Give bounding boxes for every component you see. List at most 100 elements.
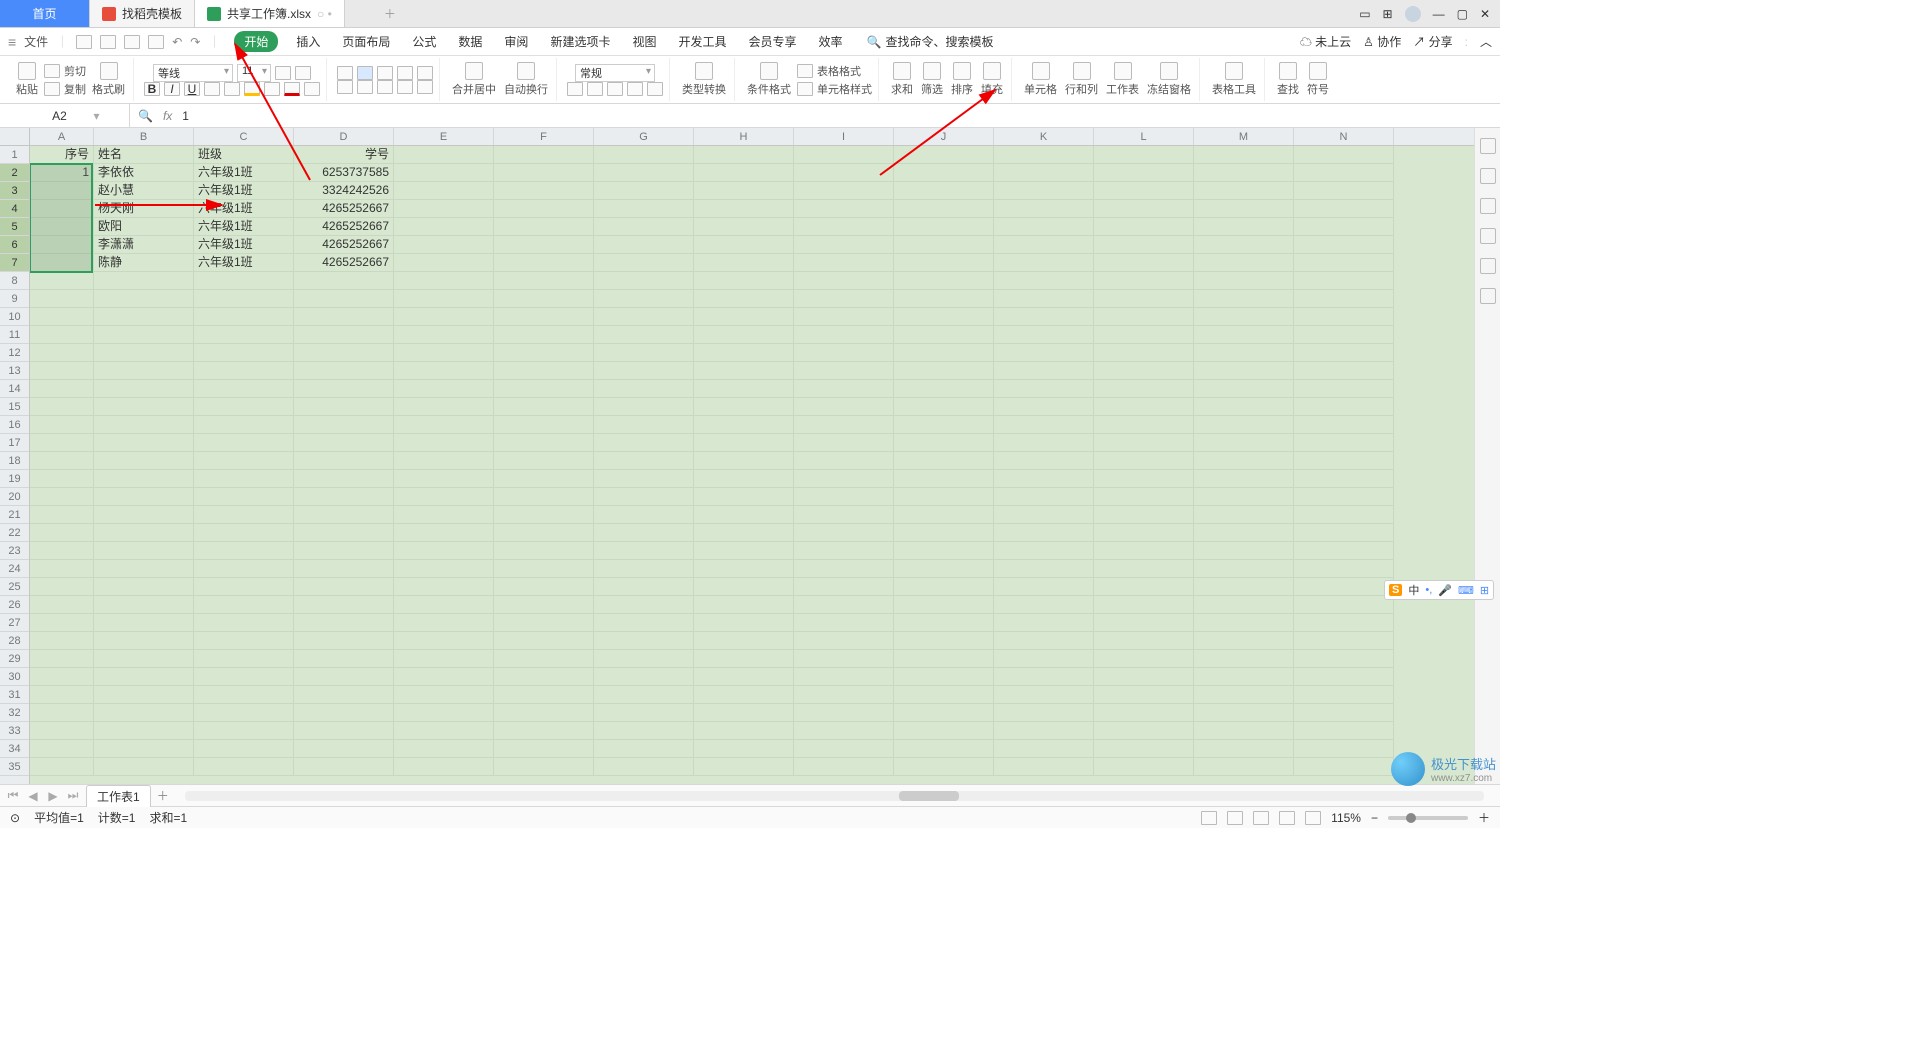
cell-B3[interactable]: 赵小慧 [94,182,194,200]
cell-G30[interactable] [594,668,694,686]
cell-A8[interactable] [30,272,94,290]
rowhdr-24[interactable]: 24 [0,560,29,578]
cell-H1[interactable] [694,146,794,164]
find-button[interactable]: 查找 [1275,62,1301,97]
cell-C21[interactable] [194,506,294,524]
cell-I4[interactable] [794,200,894,218]
cell-M10[interactable] [1194,308,1294,326]
cell-I13[interactable] [794,362,894,380]
cell-F26[interactable] [494,596,594,614]
cell-J19[interactable] [894,470,994,488]
cell-H20[interactable] [694,488,794,506]
cell-J14[interactable] [894,380,994,398]
cell-I10[interactable] [794,308,894,326]
cell-I31[interactable] [794,686,894,704]
zoom-thumb[interactable] [1406,813,1416,823]
cell-E28[interactable] [394,632,494,650]
cell-G35[interactable] [594,758,694,776]
cell-F8[interactable] [494,272,594,290]
cell-style-button[interactable]: 单元格样式 [797,81,872,97]
cell-E13[interactable] [394,362,494,380]
cell-A24[interactable] [30,560,94,578]
cell-I3[interactable] [794,182,894,200]
cell-C32[interactable] [194,704,294,722]
cell-M2[interactable] [1194,164,1294,182]
cell-I35[interactable] [794,758,894,776]
grid-body[interactable]: ABCDEFGHIJKLMN 序号姓名班级学号1李依依六年级1班62537375… [30,128,1474,784]
cell-J1[interactable] [894,146,994,164]
cell-I19[interactable] [794,470,894,488]
cell-B14[interactable] [94,380,194,398]
cell-H15[interactable] [694,398,794,416]
cell-G14[interactable] [594,380,694,398]
cell-M25[interactable] [1194,578,1294,596]
cell-G7[interactable] [594,254,694,272]
cell-K34[interactable] [994,740,1094,758]
cell-D12[interactable] [294,344,394,362]
cell-N32[interactable] [1294,704,1394,722]
rowhdr-14[interactable]: 14 [0,380,29,398]
italic-icon[interactable]: I [164,82,180,96]
cell-L25[interactable] [1094,578,1194,596]
cell-N25[interactable] [1294,578,1394,596]
cell-F21[interactable] [494,506,594,524]
image-pane-icon[interactable] [1480,228,1496,244]
spreadsheet-grid[interactable]: 1234567891011121314151617181920212223242… [0,128,1500,784]
rowhdr-12[interactable]: 12 [0,344,29,362]
cell-E34[interactable] [394,740,494,758]
cell-C35[interactable] [194,758,294,776]
cell-I22[interactable] [794,524,894,542]
cell-F30[interactable] [494,668,594,686]
cell-A21[interactable] [30,506,94,524]
cell-B9[interactable] [94,290,194,308]
number-format-select[interactable]: 常规 [575,64,655,82]
cell-L16[interactable] [1094,416,1194,434]
rowhdr-13[interactable]: 13 [0,362,29,380]
cell-I32[interactable] [794,704,894,722]
cell-H19[interactable] [694,470,794,488]
cell-G10[interactable] [594,308,694,326]
cell-D22[interactable] [294,524,394,542]
colhdr-D[interactable]: D [294,128,394,145]
cell-D34[interactable] [294,740,394,758]
cell-K1[interactable] [994,146,1094,164]
wrap-button[interactable]: 自动换行 [502,62,550,97]
cell-D19[interactable] [294,470,394,488]
cell-D16[interactable] [294,416,394,434]
sheet-first-icon[interactable]: ⏮ [6,788,20,803]
colhdr-A[interactable]: A [30,128,94,145]
cells-area[interactable]: 序号姓名班级学号1李依依六年级1班6253737585赵小慧六年级1班33242… [30,146,1474,784]
indent-dec-icon[interactable] [397,66,413,80]
cell-B11[interactable] [94,326,194,344]
cell-N1[interactable] [1294,146,1394,164]
sparkle-icon[interactable] [1480,138,1496,154]
cell-G24[interactable] [594,560,694,578]
cell-I1[interactable] [794,146,894,164]
rowhdr-19[interactable]: 19 [0,470,29,488]
cell-H26[interactable] [694,596,794,614]
cell-J11[interactable] [894,326,994,344]
cell-D20[interactable] [294,488,394,506]
cell-C29[interactable] [194,650,294,668]
cell-G26[interactable] [594,596,694,614]
cell-B2[interactable]: 李依依 [94,164,194,182]
clipboard-pane-icon[interactable] [1480,198,1496,214]
cell-L15[interactable] [1094,398,1194,416]
border-icon[interactable] [224,82,240,96]
conditional-format-button[interactable]: 条件格式 [745,62,793,97]
cell-K27[interactable] [994,614,1094,632]
cell-C14[interactable] [194,380,294,398]
cell-M34[interactable] [1194,740,1294,758]
cell-A14[interactable] [30,380,94,398]
cell-N17[interactable] [1294,434,1394,452]
cell-F35[interactable] [494,758,594,776]
cell-E23[interactable] [394,542,494,560]
cell-J18[interactable] [894,452,994,470]
cell-E3[interactable] [394,182,494,200]
cell-D24[interactable] [294,560,394,578]
view-normal-icon[interactable] [1201,811,1217,825]
cell-M7[interactable] [1194,254,1294,272]
cell-A10[interactable] [30,308,94,326]
cell-I20[interactable] [794,488,894,506]
cell-L35[interactable] [1094,758,1194,776]
